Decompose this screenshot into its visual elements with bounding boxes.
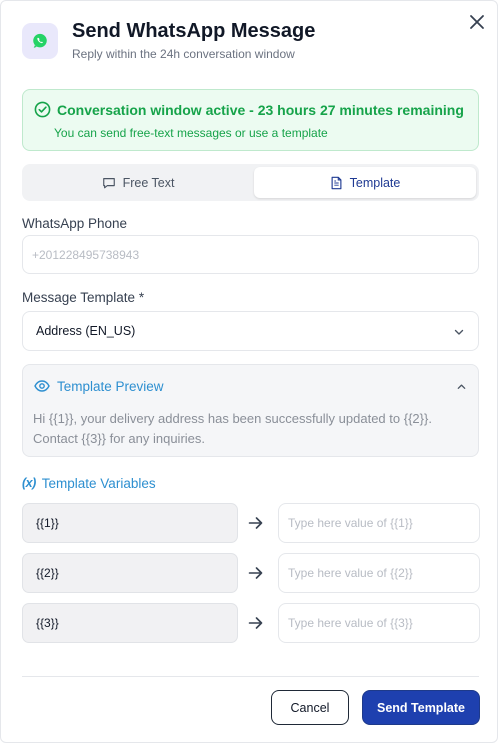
modal-header: Send WhatsApp Message Reply within the 2…: [22, 20, 497, 64]
variable-key-label: {{3}}: [36, 616, 59, 630]
arrow-right-icon: [248, 617, 263, 629]
variable-key-label: {{1}}: [36, 516, 59, 530]
variable-row: {{1}}: [22, 503, 480, 543]
file-text-icon: [331, 176, 342, 189]
whatsapp-badge: [22, 23, 58, 59]
alert-title: Conversation window active - 23 hours 27…: [57, 102, 464, 118]
modal-title: Send WhatsApp Message: [72, 20, 316, 42]
variable-value-input[interactable]: [278, 503, 480, 543]
template-variables-heading: (x) Template Variables: [22, 475, 156, 491]
message-type-tabs: Free Text Template: [22, 164, 479, 201]
template-preview-body: Hi {{1}}, your delivery address has been…: [33, 411, 432, 446]
variable-value-input[interactable]: [278, 553, 480, 593]
variable-key-label: {{2}}: [36, 566, 59, 580]
template-preview: Template Preview Hi {{1}}, your delivery…: [22, 364, 479, 457]
template-select[interactable]: Address (EN_US): [22, 311, 479, 351]
template-preview-title: Template Preview: [57, 379, 164, 394]
close-button[interactable]: [468, 13, 486, 31]
conversation-window-alert: Conversation window active - 23 hours 27…: [22, 89, 479, 151]
modal-subtitle: Reply within the 24h conversation window: [72, 47, 295, 61]
whatsapp-icon: [33, 33, 47, 48]
arrow-right-icon: [248, 517, 263, 529]
variable-key: {{3}}: [22, 603, 238, 643]
variable-key: {{2}}: [22, 553, 238, 593]
tab-free-text[interactable]: Free Text: [25, 167, 251, 198]
close-icon: [470, 15, 484, 29]
phone-label: WhatsApp Phone: [22, 216, 128, 231]
send-template-button[interactable]: Send Template: [362, 690, 480, 725]
cancel-button[interactable]: Cancel: [271, 690, 349, 725]
chevron-up-icon: [457, 384, 466, 389]
template-preview-toggle[interactable]: Template Preview: [23, 365, 478, 405]
message-square-icon: [102, 177, 115, 188]
tab-template[interactable]: Template: [254, 167, 476, 198]
send-whatsapp-modal: Send WhatsApp Message Reply within the 2…: [0, 0, 498, 743]
eye-icon: [34, 380, 50, 392]
footer-divider: [22, 676, 479, 677]
tab-template-label: Template: [349, 175, 401, 190]
template-select-label: Message Template *: [22, 290, 145, 305]
arrow-right-icon: [248, 567, 263, 579]
alert-text: You can send free-text messages or use a…: [54, 126, 328, 140]
template-variables-title: Template Variables: [41, 475, 156, 491]
check-circle-icon: [34, 101, 51, 118]
phone-input[interactable]: [22, 235, 479, 274]
tab-free-text-label: Free Text: [122, 175, 175, 190]
variable-row: {{3}}: [22, 603, 480, 643]
variable-row: {{2}}: [22, 553, 480, 593]
variable-key: {{1}}: [22, 503, 238, 543]
chevron-down-icon: [454, 329, 464, 335]
variable-icon: (x): [22, 476, 36, 490]
template-select-value: Address (EN_US): [36, 324, 136, 338]
variable-value-input[interactable]: [278, 603, 480, 643]
